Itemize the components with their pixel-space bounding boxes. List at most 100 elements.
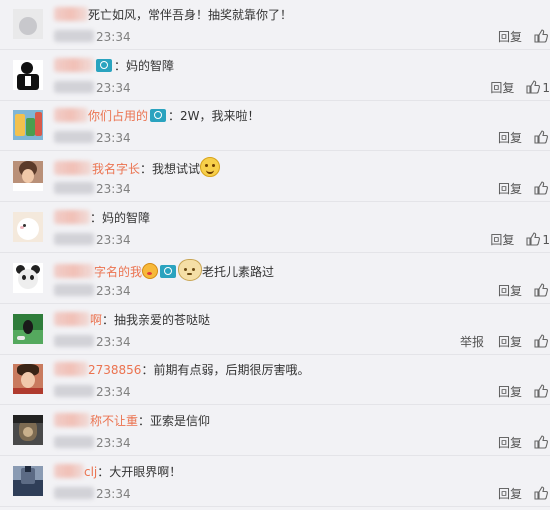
like-button[interactable]: [534, 130, 550, 146]
comment-actions: 举报 回复: [446, 334, 550, 350]
thumbs-up-icon: [526, 80, 541, 94]
comment-meta: 23:34: [54, 433, 131, 453]
reply-button[interactable]: 回复: [490, 232, 514, 248]
username: 2738856: [88, 363, 142, 377]
comment-line: 字名的我 老托儿素路过: [54, 259, 274, 281]
like-button[interactable]: [534, 435, 550, 451]
timestamp: 23:34: [96, 131, 131, 145]
like-count: 1: [542, 81, 550, 95]
username-blurred[interactable]: [54, 7, 88, 21]
comment-line: ：妈的智障: [54, 56, 174, 76]
avatar[interactable]: [13, 60, 43, 90]
comment-text: ：妈的智障: [114, 59, 175, 73]
username-blurred[interactable]: [54, 58, 94, 72]
timestamp: 23:34: [96, 233, 131, 247]
username-blurred[interactable]: [54, 210, 90, 224]
comment-line: clj：大开眼界啊！: [54, 462, 181, 482]
thumbs-up-icon: [526, 232, 541, 246]
comment-body: 称不让重：亚索是信仰 23:34: [54, 411, 550, 451]
comment-item: clj：大开眼界啊！ 23:34 回复: [0, 457, 550, 507]
comment-text: ：前期有点弱，后期很厉害哦。: [141, 363, 310, 377]
comment-body: 你们占用的 ：2W，我来啦！ 23:34: [54, 106, 550, 146]
reply-button[interactable]: 回复: [498, 486, 522, 502]
comment-list: 死亡如风，常伴吾身！抽奖就靠你了！ 23:34 回复 ：妈的智障 23:34 回复 1 你们占…: [0, 0, 550, 510]
username-blurred[interactable]: [54, 413, 90, 427]
date-blurred: [54, 284, 94, 296]
comment-actions: 回复: [484, 384, 550, 400]
like-button[interactable]: 1: [526, 232, 550, 248]
comment-actions: 回复: [484, 29, 550, 45]
comment-meta: 23:34: [54, 78, 131, 98]
avatar[interactable]: [13, 9, 43, 39]
like-button[interactable]: 1: [526, 80, 550, 96]
reply-button[interactable]: 回复: [490, 80, 514, 96]
comment-actions: 回复: [484, 283, 550, 299]
reply-button[interactable]: 回复: [498, 384, 522, 400]
comment-actions: 回复: [484, 130, 550, 146]
like-button[interactable]: [534, 486, 550, 502]
like-button[interactable]: [534, 29, 550, 45]
timestamp: 23:34: [96, 436, 131, 450]
date-blurred: [54, 131, 94, 143]
avatar[interactable]: [13, 466, 43, 496]
timestamp: 23:34: [96, 284, 131, 298]
report-button[interactable]: 举报: [460, 334, 484, 350]
like-button[interactable]: [534, 283, 550, 299]
camera-icon[interactable]: [96, 59, 112, 72]
camera-icon[interactable]: [150, 109, 167, 122]
kiss-emoji-icon: [142, 263, 159, 279]
username-blurred[interactable]: [54, 312, 90, 326]
comment-actions: 回复: [484, 435, 550, 451]
comment-text: 死亡如风，常伴吾身！抽奖就靠你了！: [88, 8, 293, 22]
reply-button[interactable]: 回复: [498, 283, 522, 299]
timestamp: 23:34: [96, 335, 131, 349]
avatar[interactable]: [13, 415, 43, 445]
reply-button[interactable]: 回复: [498, 130, 522, 146]
timestamp: 23:34: [96, 182, 131, 196]
comment-item: 我名字长：我想试试 23:34 回复: [0, 152, 550, 202]
comment-meta: 23:34: [54, 484, 131, 504]
comment-meta: 23:34: [54, 332, 131, 352]
thumbs-up-icon: [534, 486, 548, 500]
avatar[interactable]: [13, 314, 43, 344]
comment-meta: 23:34: [54, 128, 131, 148]
reply-button[interactable]: 回复: [498, 29, 522, 45]
timestamp: 23:34: [96, 385, 131, 399]
date-blurred: [54, 487, 94, 499]
username-blurred[interactable]: [54, 264, 94, 278]
avatar[interactable]: [13, 212, 43, 242]
username-blurred[interactable]: [54, 108, 88, 122]
comment-text: ：亚索是信仰: [138, 414, 211, 428]
reply-button[interactable]: 回复: [498, 181, 522, 197]
username-blurred[interactable]: [54, 464, 84, 478]
date-blurred: [54, 335, 94, 347]
comment-meta: 23:34: [54, 179, 131, 199]
username: 我名字长: [92, 162, 141, 176]
timestamp: 23:34: [96, 487, 131, 501]
comment-body: 我名字长：我想试试 23:34: [54, 157, 550, 197]
comment-actions: 回复: [484, 181, 550, 197]
comment-line: 称不让重：亚索是信仰: [54, 411, 210, 431]
avatar[interactable]: [13, 263, 43, 293]
comment-meta: 23:34: [54, 382, 131, 402]
comment-body: 2738856：前期有点弱，后期很厉害哦。 23:34: [54, 360, 550, 400]
username-blurred[interactable]: [54, 362, 88, 376]
like-button[interactable]: [534, 384, 550, 400]
comment-actions: 回复: [484, 486, 550, 502]
avatar[interactable]: [13, 364, 43, 394]
comment-item: 啊：抽我亲爱的苍哒哒 23:34 举报 回复: [0, 305, 550, 355]
comment-text: ：2W，我来啦！: [168, 109, 260, 123]
camera-icon[interactable]: [160, 265, 177, 278]
avatar[interactable]: [13, 110, 43, 140]
comment-item: ：妈的智障 23:34 回复 1: [0, 51, 550, 101]
thumbs-up-icon: [534, 181, 548, 195]
reply-button[interactable]: 回复: [498, 435, 522, 451]
reply-button[interactable]: 回复: [498, 334, 522, 350]
like-button[interactable]: [534, 181, 550, 197]
username: 啊: [90, 313, 103, 327]
like-button[interactable]: [534, 334, 550, 350]
comment-body: 死亡如风，常伴吾身！抽奖就靠你了！ 23:34: [54, 5, 550, 45]
comment-line: 你们占用的 ：2W，我来啦！: [54, 106, 260, 126]
username-blurred[interactable]: [54, 161, 92, 175]
avatar[interactable]: [13, 161, 43, 191]
